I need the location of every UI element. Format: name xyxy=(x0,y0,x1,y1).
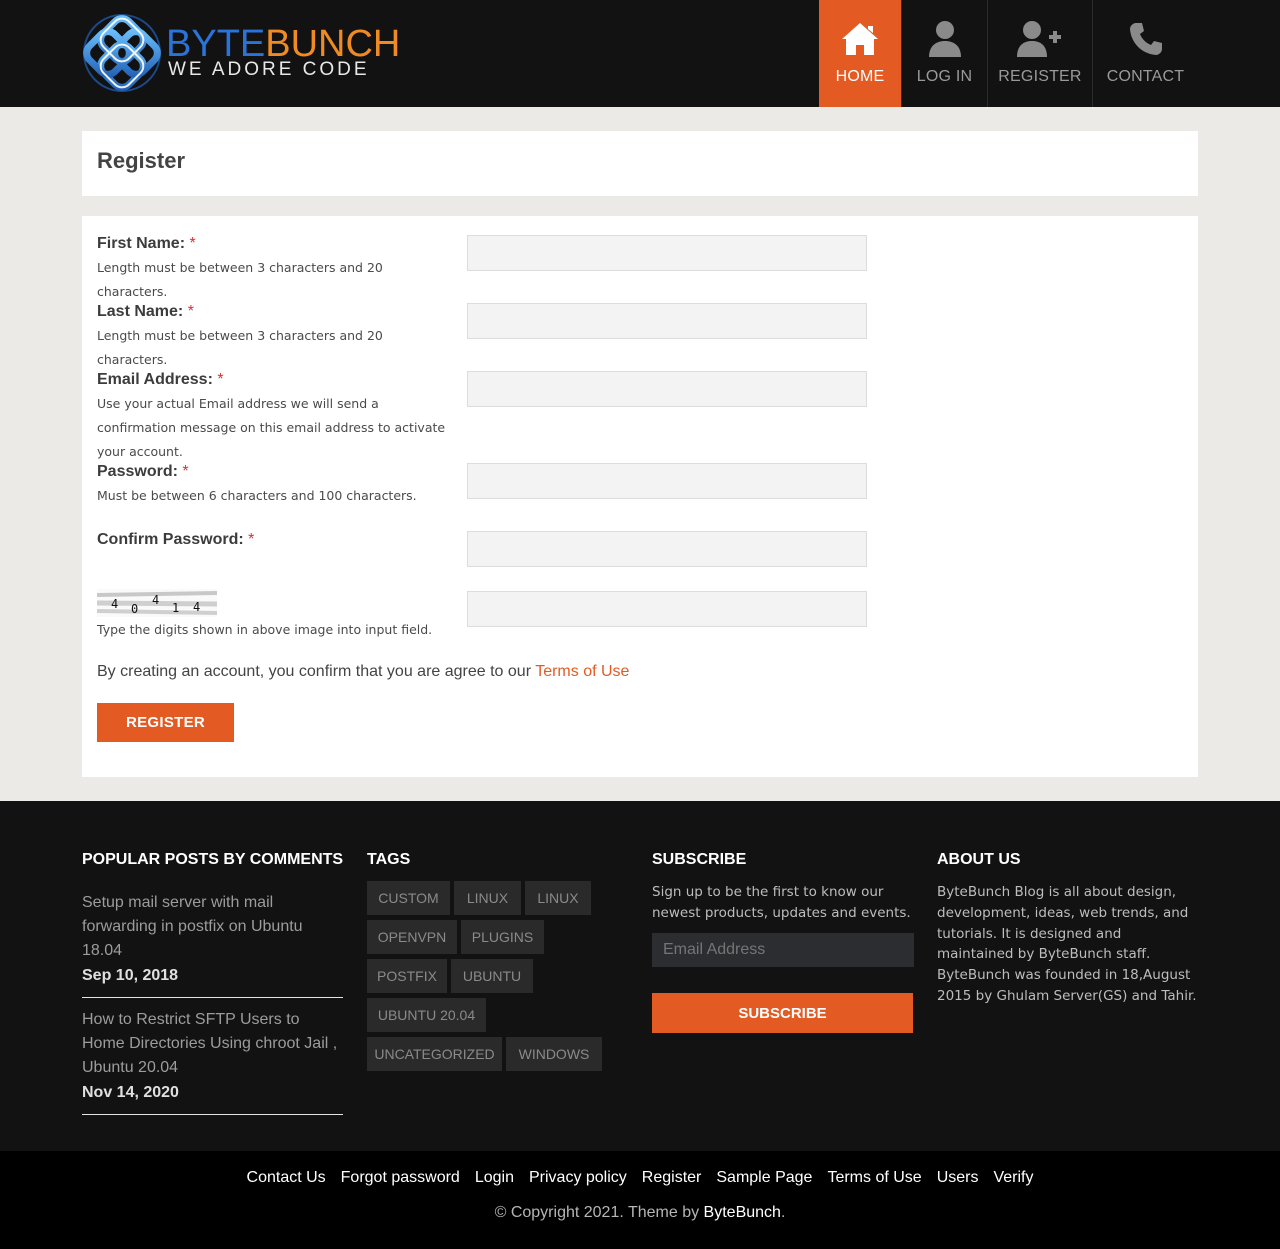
confirm-password-label-text: Confirm Password: xyxy=(97,531,244,548)
tag-item[interactable]: LINUX xyxy=(454,881,521,915)
last-name-label-text: Last Name: xyxy=(97,303,184,320)
required-marker: * xyxy=(189,235,196,252)
required-marker: * xyxy=(182,463,189,480)
tag-item[interactable]: UNCATEGORIZED xyxy=(367,1037,502,1071)
main-nav: HOME LOG IN REGISTER CONTACT xyxy=(819,0,1198,107)
site-logo[interactable]: BYTEBUNCH WE ADORE CODE xyxy=(82,12,412,94)
required-marker: * xyxy=(248,531,255,548)
home-icon xyxy=(840,18,880,60)
tags-heading: TAGS xyxy=(367,851,411,868)
tag-item[interactable]: LINUX xyxy=(525,881,591,915)
site-footer: POPULAR POSTS BY COMMENTS Setup mail ser… xyxy=(0,801,1280,1151)
post-title[interactable]: Setup mail server with mail forwarding i… xyxy=(82,891,343,963)
nav-contact[interactable]: CONTACT xyxy=(1092,0,1198,107)
agree-text: By creating an account, you confirm that… xyxy=(97,663,629,681)
about-heading: ABOUT US xyxy=(937,851,1021,868)
tag-item[interactable]: CUSTOM xyxy=(367,881,450,915)
tag-item[interactable]: UBUNTU 20.04 xyxy=(367,998,486,1032)
nav-home-label: HOME xyxy=(835,68,885,85)
footer-link-contact-us[interactable]: Contact Us xyxy=(247,1169,326,1187)
terms-link[interactable]: Terms of Use xyxy=(535,663,629,680)
last-name-input[interactable] xyxy=(467,303,867,339)
copyright-prefix: © Copyright 2021. Theme by xyxy=(494,1204,700,1221)
email-help: Use your actual Email address we will se… xyxy=(97,396,446,459)
first-name-label: First Name: * xyxy=(97,235,196,253)
page-title-panel: Register xyxy=(82,131,1198,196)
nav-register-label: REGISTER xyxy=(998,68,1082,85)
nav-home[interactable]: HOME xyxy=(819,0,901,107)
captcha-digit: 4 xyxy=(111,597,118,611)
confirm-password-label: Confirm Password: * xyxy=(97,531,254,549)
subscribe-button[interactable]: SUBSCRIBE xyxy=(652,993,913,1033)
user-icon xyxy=(928,18,962,60)
captcha-digit: 4 xyxy=(193,600,200,614)
captcha-digit: 1 xyxy=(172,601,179,615)
email-label-text: Email Address: xyxy=(97,371,213,388)
captcha-image: 4 0 4 1 4 xyxy=(97,589,217,617)
last-name-help: Length must be between 3 characters and … xyxy=(97,328,383,367)
knot-logo-icon xyxy=(83,14,161,92)
register-button[interactable]: REGISTER xyxy=(97,703,234,742)
first-name-label-text: First Name: xyxy=(97,235,186,252)
popular-post-item[interactable]: How to Restrict SFTP Users to Home Direc… xyxy=(82,1008,343,1115)
first-name-input[interactable] xyxy=(467,235,867,271)
tag-item[interactable]: WINDOWS xyxy=(506,1037,602,1071)
user-plus-icon xyxy=(1017,18,1063,60)
register-form: First Name: * Length must be between 3 c… xyxy=(82,216,1198,777)
nav-login-label: LOG IN xyxy=(916,68,973,85)
captcha-digit: 0 xyxy=(131,602,138,616)
first-name-help: Length must be between 3 characters and … xyxy=(97,260,383,299)
site-header: BYTEBUNCH WE ADORE CODE HOME LOG IN REGI… xyxy=(0,0,1280,107)
logo-tagline: WE ADORE CODE xyxy=(168,59,370,80)
confirm-password-input[interactable] xyxy=(467,531,867,567)
footer-link-users[interactable]: Users xyxy=(937,1169,979,1187)
tag-item[interactable]: OPENVPN xyxy=(367,920,457,954)
footer-links: Contact Us Forgot password Login Privacy… xyxy=(0,1169,1280,1187)
page-title: Register xyxy=(97,148,186,173)
about-text: ByteBunch Blog is all about design, deve… xyxy=(937,884,1197,1004)
password-label-text: Password: xyxy=(97,463,178,480)
required-marker: * xyxy=(217,371,224,388)
subscribe-heading: SUBSCRIBE xyxy=(652,851,747,868)
footer-link-privacy-policy[interactable]: Privacy policy xyxy=(529,1169,627,1187)
captcha-input[interactable] xyxy=(467,591,867,627)
footer-link-terms-of-use[interactable]: Terms of Use xyxy=(827,1169,921,1187)
post-title[interactable]: How to Restrict SFTP Users to Home Direc… xyxy=(82,1008,343,1080)
agree-text-body: By creating an account, you confirm that… xyxy=(97,663,532,680)
phone-icon xyxy=(1128,18,1164,60)
captcha-digit: 4 xyxy=(152,593,159,607)
footer-link-forgot-password[interactable]: Forgot password xyxy=(341,1169,460,1187)
footer-link-login[interactable]: Login xyxy=(475,1169,514,1187)
password-input[interactable] xyxy=(467,463,867,499)
post-date: Nov 14, 2020 xyxy=(82,1084,179,1101)
required-marker: * xyxy=(187,303,194,320)
copyright: © Copyright 2021. Theme by ByteBunch. xyxy=(0,1204,1280,1222)
popular-posts-heading: POPULAR POSTS BY COMMENTS xyxy=(82,851,344,868)
password-help: Must be between 6 characters and 100 cha… xyxy=(97,488,417,503)
post-date: Sep 10, 2018 xyxy=(82,967,179,984)
logo-wordmark: BYTEBUNCH xyxy=(166,24,400,64)
footer-link-sample-page[interactable]: Sample Page xyxy=(716,1169,812,1187)
copyright-suffix: . xyxy=(780,1204,786,1221)
subscribe-email-input[interactable] xyxy=(652,933,914,967)
footer-link-register[interactable]: Register xyxy=(642,1169,702,1187)
password-label: Password: * xyxy=(97,463,189,481)
tag-item[interactable]: PLUGINS xyxy=(461,920,544,954)
nav-login[interactable]: LOG IN xyxy=(901,0,987,107)
popular-post-item[interactable]: Setup mail server with mail forwarding i… xyxy=(82,891,343,998)
nav-register[interactable]: REGISTER xyxy=(987,0,1092,107)
tag-item[interactable]: UBUNTU xyxy=(451,959,533,993)
copyright-brand-link[interactable]: ByteBunch xyxy=(704,1204,781,1221)
tag-item[interactable]: POSTFIX xyxy=(367,959,447,993)
bottom-bar: Contact Us Forgot password Login Privacy… xyxy=(0,1151,1280,1249)
email-input[interactable] xyxy=(467,371,867,407)
email-label: Email Address: * xyxy=(97,371,224,389)
captcha-help: Type the digits shown in above image int… xyxy=(97,622,433,637)
footer-link-verify[interactable]: Verify xyxy=(993,1169,1033,1187)
subscribe-text: Sign up to be the first to know our newe… xyxy=(652,884,911,921)
last-name-label: Last Name: * xyxy=(97,303,194,321)
nav-contact-label: CONTACT xyxy=(1106,68,1185,85)
